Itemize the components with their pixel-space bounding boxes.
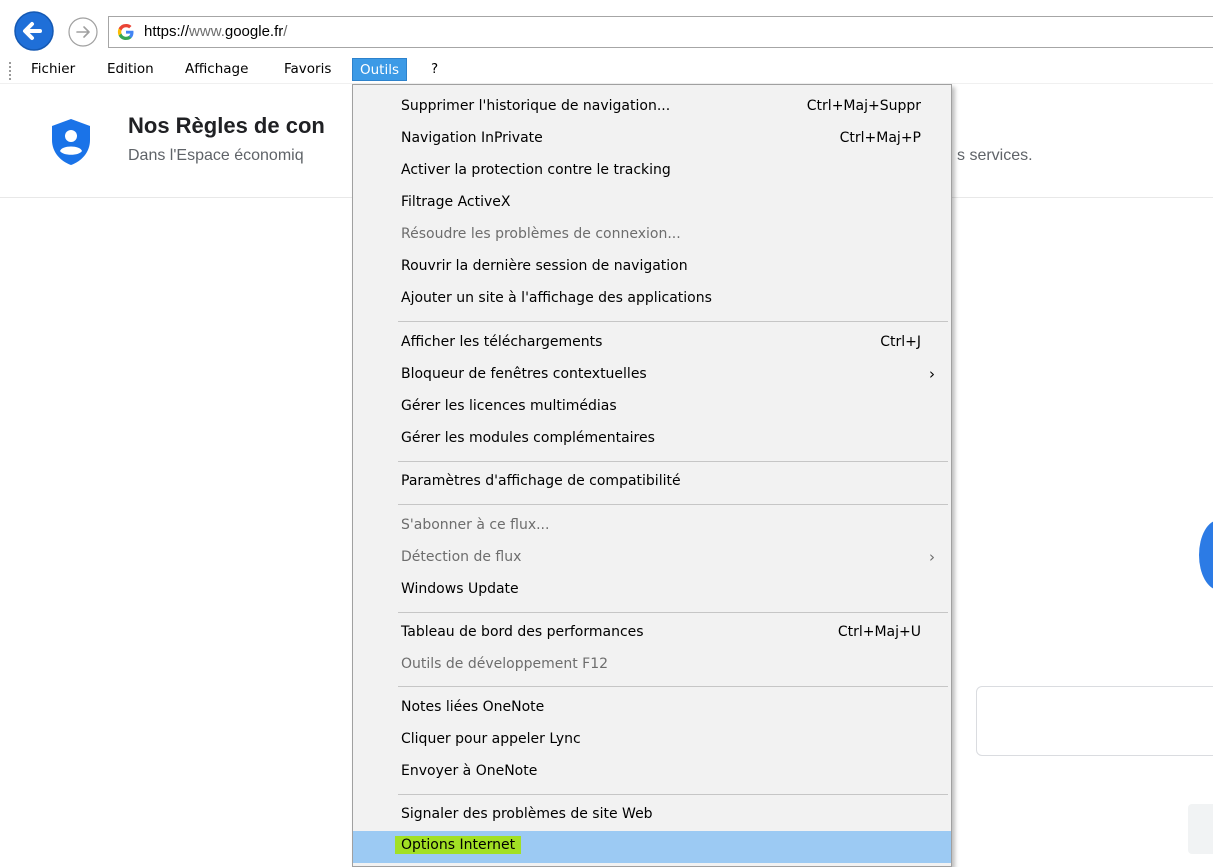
back-button[interactable] bbox=[9, 11, 59, 51]
menu-item-shortcut: Ctrl+Maj+U bbox=[837, 624, 921, 640]
menu-fichier[interactable]: Fichier bbox=[24, 58, 82, 81]
url-field[interactable]: https://www.google.fr/ bbox=[108, 16, 1213, 48]
menu-item-label: Navigation InPrivate bbox=[401, 130, 543, 146]
menu-edition[interactable]: Edition bbox=[100, 58, 161, 81]
menu-item-send-to-onenote[interactable]: Envoyer à OneNote bbox=[353, 756, 951, 788]
menu-item-add-site-apps[interactable]: Ajouter un site à l'affichage des applic… bbox=[353, 283, 951, 315]
menu-separator bbox=[398, 504, 948, 505]
menu-item-compat-view[interactable]: Paramètres d'affichage de compatibilité bbox=[353, 466, 951, 498]
menu-item-activex-filtering[interactable]: Filtrage ActiveX bbox=[353, 187, 951, 219]
back-arrow-icon bbox=[14, 11, 54, 51]
menu-separator bbox=[398, 321, 948, 322]
page-title: Nos Règles de con bbox=[128, 113, 325, 138]
menu-item-label: Gérer les modules complémentaires bbox=[401, 430, 655, 446]
tools-dropdown-menu: Supprimer l'historique de navigation... … bbox=[352, 84, 952, 867]
menu-item-label: Bloqueur de fenêtres contextuelles bbox=[401, 366, 647, 382]
menu-item-label: Filtrage ActiveX bbox=[401, 194, 511, 210]
menu-item-subscribe-feed: S'abonner à ce flux... bbox=[353, 510, 951, 542]
page-small-box bbox=[1188, 804, 1213, 854]
page-blue-button[interactable] bbox=[1199, 520, 1213, 590]
page-subtitle: Dans l'Espace économiq bbox=[128, 147, 304, 164]
menu-bar: Fichier Edition Affichage Favoris Outils… bbox=[0, 54, 1213, 84]
menu-item-label: Signaler des problèmes de site Web bbox=[401, 806, 653, 822]
menu-item-downloads[interactable]: Afficher les téléchargements Ctrl+J bbox=[353, 327, 951, 359]
menu-separator bbox=[398, 686, 948, 687]
menu-item-tracking-protection[interactable]: Activer la protection contre le tracking bbox=[353, 155, 951, 187]
toolbar-grip[interactable] bbox=[9, 62, 12, 80]
menu-item-performance-dashboard[interactable]: Tableau de bord des performances Ctrl+Ma… bbox=[353, 617, 951, 649]
submenu-arrow-icon: › bbox=[929, 548, 935, 566]
menu-item-delete-history[interactable]: Supprimer l'historique de navigation... … bbox=[353, 91, 951, 123]
menu-outils[interactable]: Outils bbox=[352, 58, 408, 81]
menu-item-reopen-session[interactable]: Rouvrir la dernière session de navigatio… bbox=[353, 251, 951, 283]
menu-item-label: Outils de développement F12 bbox=[401, 656, 609, 672]
forward-arrow-icon bbox=[68, 17, 98, 47]
menu-item-label: Paramètres d'affichage de compatibilité bbox=[401, 473, 681, 489]
menu-item-lync-call[interactable]: Cliquer pour appeler Lync bbox=[353, 724, 951, 756]
menu-item-windows-update[interactable]: Windows Update bbox=[353, 574, 951, 606]
menu-item-label: Résoudre les problèmes de connexion... bbox=[401, 226, 681, 242]
menu-item-report-site-problems[interactable]: Signaler des problèmes de site Web bbox=[353, 799, 951, 831]
menu-separator bbox=[398, 612, 948, 613]
submenu-arrow-icon: › bbox=[929, 365, 935, 383]
menu-item-manage-addons[interactable]: Gérer les modules complémentaires bbox=[353, 423, 951, 455]
google-favicon-icon bbox=[117, 24, 134, 40]
menu-item-shortcut: Ctrl+J bbox=[880, 334, 921, 350]
privacy-shield-icon bbox=[52, 119, 90, 165]
menu-affichage[interactable]: Affichage bbox=[178, 58, 255, 81]
menu-item-label: Tableau de bord des performances bbox=[401, 624, 644, 640]
menu-item-label: Windows Update bbox=[401, 581, 519, 597]
menu-item-fix-connection: Résoudre les problèmes de connexion... bbox=[353, 219, 951, 251]
menu-item-label: Gérer les licences multimédias bbox=[401, 398, 617, 414]
menu-item-internet-options[interactable]: Options Internet bbox=[353, 831, 951, 863]
menu-item-label: S'abonner à ce flux... bbox=[401, 517, 550, 533]
page-card bbox=[976, 686, 1213, 756]
address-row: https://www.google.fr/ bbox=[0, 0, 1213, 54]
menu-item-shortcut: Ctrl+Maj+Suppr bbox=[806, 98, 921, 114]
menu-item-label: Rouvrir la dernière session de navigatio… bbox=[401, 258, 688, 274]
menu-item-label: Afficher les téléchargements bbox=[401, 334, 603, 350]
menu-item-label: Détection de flux bbox=[401, 549, 522, 565]
menu-item-label: Notes liées OneNote bbox=[401, 699, 545, 715]
menu-item-label: Ajouter un site à l'affichage des applic… bbox=[401, 290, 712, 306]
menu-item-inprivate[interactable]: Navigation InPrivate Ctrl+Maj+P bbox=[353, 123, 951, 155]
menu-item-label: Activer la protection contre le tracking bbox=[401, 162, 671, 178]
menu-separator bbox=[398, 461, 948, 462]
menu-item-shortcut: Ctrl+Maj+P bbox=[839, 130, 921, 146]
menu-separator bbox=[398, 794, 948, 795]
url-text: https://www.google.fr/ bbox=[144, 23, 288, 40]
menu-item-media-licenses[interactable]: Gérer les licences multimédias bbox=[353, 391, 951, 423]
menu-item-f12-dev-tools: Outils de développement F12 bbox=[353, 649, 951, 681]
menu-help[interactable]: ? bbox=[424, 58, 445, 81]
menu-item-feed-discovery: Détection de flux › bbox=[353, 542, 951, 574]
menu-favoris[interactable]: Favoris bbox=[277, 58, 338, 81]
menu-item-label: Options Internet bbox=[395, 836, 522, 854]
menu-item-onenote-linked-notes[interactable]: Notes liées OneNote bbox=[353, 692, 951, 724]
forward-button[interactable] bbox=[67, 16, 99, 48]
menu-item-label: Cliquer pour appeler Lync bbox=[401, 731, 581, 747]
page-subtitle-right: s services. bbox=[957, 147, 1033, 164]
menu-item-label: Envoyer à OneNote bbox=[401, 763, 538, 779]
menu-item-popup-blocker[interactable]: Bloqueur de fenêtres contextuelles › bbox=[353, 359, 951, 391]
menu-item-label: Supprimer l'historique de navigation... bbox=[401, 98, 671, 114]
